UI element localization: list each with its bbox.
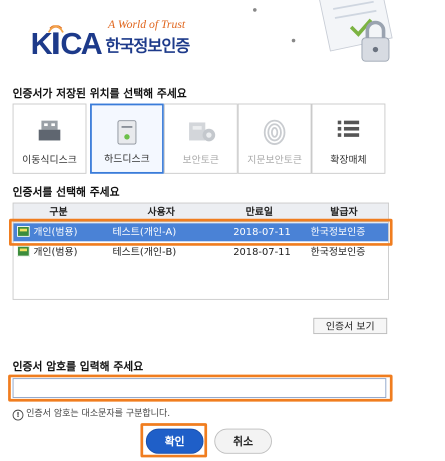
storage-security-token[interactable]: 보안토큰 — [163, 103, 238, 174]
cert-list-title: 인증서를 선택해 주세요 — [12, 185, 120, 199]
password-title: 인증서 암호를 입력해 주세요 — [12, 360, 144, 373]
storage-label: 이동식디스크 — [22, 153, 77, 166]
list-icon — [337, 120, 360, 137]
storage-label: 하드디스크 — [104, 153, 150, 165]
storage-hard-disk[interactable]: 하드디스크 — [90, 103, 164, 174]
decor-dot — [291, 38, 296, 43]
dialog-header: K CA A World of Trust 한국정보인증 — [0, 0, 401, 73]
storage-title: 인증서가 저장된 위치를 선택해 주세요 — [12, 87, 187, 100]
kica-logo: K CA — [31, 25, 104, 58]
storage-label: 보안토큰 — [182, 153, 220, 166]
storage-label: 지문보안토큰 — [247, 153, 302, 166]
tagline: A World of Trust — [108, 17, 186, 31]
brand-name: 한국정보인증 — [105, 36, 190, 56]
selected-row-highlight — [9, 218, 393, 246]
fingerprint-icon — [263, 119, 286, 145]
certificate-dialog: K CA A World of Trust 한국정보인증 인증서가 저장된 위치… — [0, 0, 445, 461]
password-highlight — [8, 374, 393, 402]
decor-dot — [253, 8, 257, 12]
storage-label: 확장매체 — [330, 153, 367, 166]
certificate-table: 구분 사용자 만료일 발급자 개인(범용) 테스트(개인-A) 2018-07-… — [12, 202, 389, 300]
ok-button-highlight — [140, 423, 208, 458]
cancel-button[interactable]: 취소 — [214, 428, 272, 454]
storage-fingerprint-token[interactable]: 지문보안토큰 — [237, 103, 312, 174]
certificate-lock-illustration — [318, 0, 393, 62]
notice-text: 인증서 암호는 대소문자를 구분합니다. — [26, 408, 171, 419]
storage-removable-disk[interactable]: 이동식디스크 — [12, 103, 87, 174]
storage-extended-media[interactable]: 확장매체 — [311, 103, 386, 174]
certificate-icon — [17, 245, 30, 257]
view-certificate-button[interactable]: 인증서 보기 — [313, 317, 388, 335]
hard-disk-icon — [117, 120, 137, 145]
info-icon: ! — [12, 409, 24, 421]
svg-text:CA: CA — [60, 27, 102, 58]
security-token-icon — [189, 122, 216, 142]
usb-drive-icon — [38, 120, 61, 141]
password-notice: ! 인증서 암호는 대소문자를 구분합니다. — [12, 405, 171, 421]
